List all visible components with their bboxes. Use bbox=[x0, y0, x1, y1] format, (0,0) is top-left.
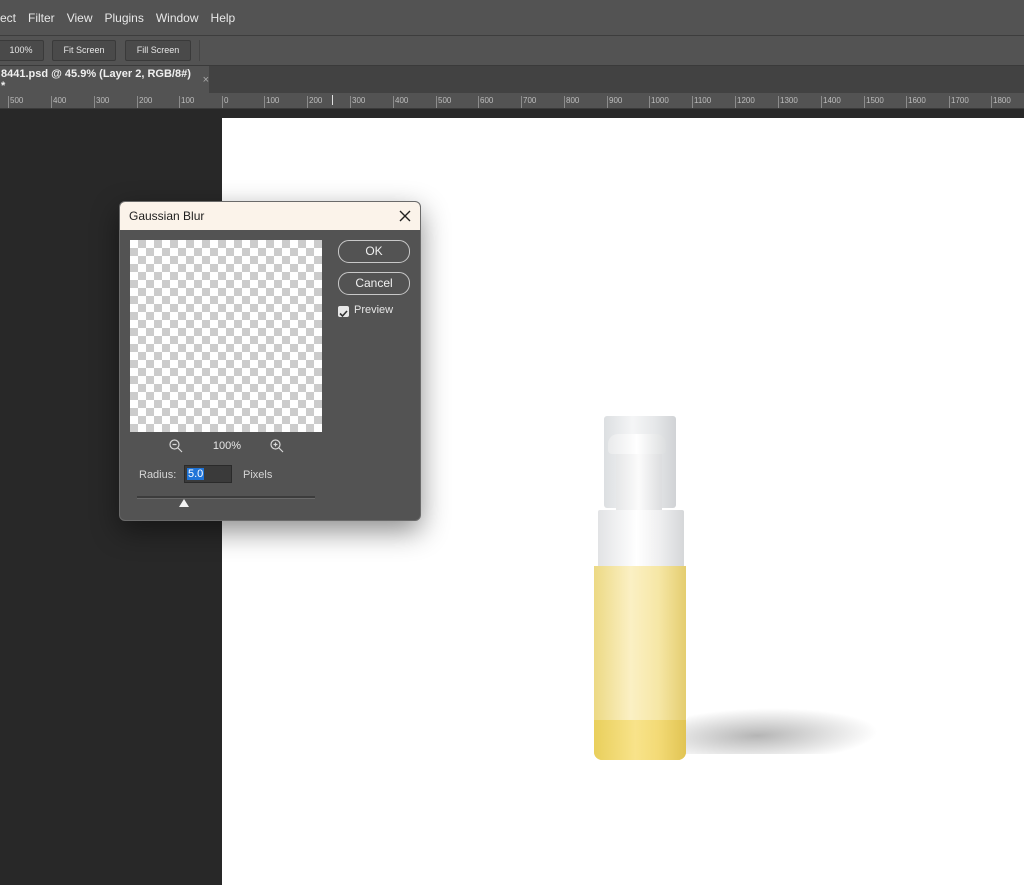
ruler-label: 500 bbox=[10, 96, 24, 105]
ruler-label: 400 bbox=[53, 96, 67, 105]
ruler-label: 1200 bbox=[737, 96, 755, 105]
ruler-label: 200 bbox=[309, 96, 323, 105]
menu-item-help[interactable]: Help bbox=[205, 11, 242, 25]
ruler-label: 1000 bbox=[651, 96, 669, 105]
ruler-label: 300 bbox=[96, 96, 110, 105]
bottle-pump-head bbox=[608, 434, 666, 454]
menu-bar: ect Filter View Plugins Window Help bbox=[0, 0, 1024, 36]
preview-label[interactable]: Preview bbox=[354, 304, 393, 316]
ruler-label: 100 bbox=[266, 96, 280, 105]
ruler-label: 1700 bbox=[951, 96, 969, 105]
ruler-label: 0 bbox=[224, 96, 229, 105]
radius-slider-thumb[interactable] bbox=[179, 499, 189, 507]
dialog-title: Gaussian Blur bbox=[129, 209, 205, 223]
bottle-collar bbox=[598, 510, 684, 568]
ruler-label: 1500 bbox=[866, 96, 884, 105]
zoom-out-icon[interactable] bbox=[168, 438, 184, 454]
ruler-label: 1600 bbox=[908, 96, 926, 105]
bottle-shadow bbox=[666, 708, 894, 754]
horizontal-ruler: 500 400 300 200 100 0 100 200 300 400 50… bbox=[0, 93, 1024, 109]
options-bar: 100% Fit Screen Fill Screen bbox=[0, 36, 1024, 66]
gaussian-blur-dialog: Gaussian Blur 100% OK Cancel Preview Rad… bbox=[119, 201, 421, 521]
radius-input[interactable]: 5.0 bbox=[184, 465, 232, 483]
menu-item-select[interactable]: ect bbox=[0, 11, 22, 25]
radius-unit-label: Pixels bbox=[243, 469, 273, 481]
preview-zoom-level: 100% bbox=[212, 440, 242, 452]
document-tab[interactable]: 8441.psd @ 45.9% (Layer 2, RGB/8#) * × bbox=[0, 66, 209, 93]
menu-item-view[interactable]: View bbox=[61, 11, 99, 25]
ok-button[interactable]: OK bbox=[338, 240, 410, 263]
cancel-button[interactable]: Cancel bbox=[338, 272, 410, 295]
ruler-label: 1100 bbox=[694, 96, 712, 105]
menu-item-window[interactable]: Window bbox=[150, 11, 205, 25]
zoom-in-icon[interactable] bbox=[269, 438, 285, 454]
ruler-label: 300 bbox=[352, 96, 366, 105]
fit-screen-button[interactable]: Fit Screen bbox=[52, 40, 116, 61]
close-tab-icon[interactable]: × bbox=[203, 74, 209, 86]
preview-checkbox[interactable] bbox=[338, 306, 349, 318]
ruler-label: 1400 bbox=[823, 96, 841, 105]
ruler-label: 600 bbox=[480, 96, 494, 105]
close-icon[interactable] bbox=[390, 202, 420, 230]
menu-item-plugins[interactable]: Plugins bbox=[98, 11, 149, 25]
bottle-liquid bbox=[594, 720, 686, 760]
menu-item-filter[interactable]: Filter bbox=[22, 11, 61, 25]
checkmark-icon bbox=[339, 310, 348, 318]
ruler-label: 100 bbox=[181, 96, 195, 105]
bottle-body bbox=[594, 566, 686, 760]
ruler-label: 700 bbox=[523, 96, 537, 105]
ruler-label: 200 bbox=[139, 96, 153, 105]
product-bottle-image bbox=[594, 416, 686, 760]
options-divider bbox=[199, 40, 200, 61]
fill-screen-button[interactable]: Fill Screen bbox=[125, 40, 191, 61]
document-tab-bar: 8441.psd @ 45.9% (Layer 2, RGB/8#) * × bbox=[0, 66, 1024, 93]
ruler-label: 900 bbox=[609, 96, 623, 105]
ruler-label: 1800 bbox=[993, 96, 1011, 105]
radius-value: 5.0 bbox=[187, 468, 205, 480]
dialog-titlebar[interactable]: Gaussian Blur bbox=[120, 202, 420, 230]
radius-label: Radius: bbox=[139, 469, 177, 481]
ruler-label: 800 bbox=[566, 96, 580, 105]
bottle-pump-stem bbox=[616, 452, 662, 510]
ruler-label: 500 bbox=[438, 96, 452, 105]
ruler-label: 1300 bbox=[780, 96, 798, 105]
document-tab-title: 8441.psd @ 45.9% (Layer 2, RGB/8#) * bbox=[1, 67, 191, 92]
ruler-cursor-marker bbox=[332, 95, 333, 105]
radius-slider-track[interactable] bbox=[137, 496, 315, 499]
ruler-label: 400 bbox=[395, 96, 409, 105]
zoom-100-button[interactable]: 100% bbox=[0, 40, 44, 61]
blur-preview-pane[interactable] bbox=[130, 240, 322, 432]
